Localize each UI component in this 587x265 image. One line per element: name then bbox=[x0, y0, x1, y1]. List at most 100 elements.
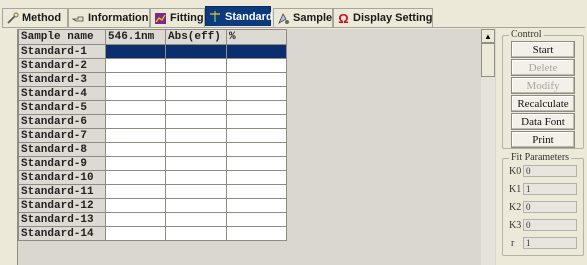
row-sample-name[interactable]: Standard-1 bbox=[18, 44, 106, 59]
param-k2-name: K2 bbox=[509, 201, 522, 213]
table-cell[interactable] bbox=[226, 44, 287, 59]
table-cell[interactable] bbox=[165, 170, 227, 185]
table-row[interactable]: Standard-14 bbox=[18, 226, 287, 241]
table-row[interactable]: Standard-3 bbox=[18, 72, 287, 87]
table-cell[interactable] bbox=[105, 184, 166, 199]
table-cell[interactable] bbox=[226, 86, 287, 101]
tab-information[interactable]: Information bbox=[68, 8, 150, 27]
row-sample-name[interactable]: Standard-7 bbox=[18, 128, 106, 143]
standard-grid[interactable]: Sample name 546.1nm Abs(eff) % Standard-… bbox=[17, 29, 496, 265]
table-cell[interactable] bbox=[165, 72, 227, 87]
table-cell[interactable] bbox=[105, 142, 166, 157]
table-cell[interactable] bbox=[165, 44, 227, 59]
tab-fitting-label: Fitting bbox=[170, 12, 204, 24]
control-group-label: Control bbox=[509, 29, 544, 40]
table-row[interactable]: Standard-1 bbox=[18, 44, 287, 59]
table-cell[interactable] bbox=[165, 58, 227, 73]
table-cell[interactable] bbox=[165, 100, 227, 115]
table-cell[interactable] bbox=[165, 184, 227, 199]
table-cell[interactable] bbox=[165, 226, 227, 241]
row-sample-name[interactable]: Standard-9 bbox=[18, 156, 106, 171]
print-button[interactable]: Print bbox=[511, 131, 575, 148]
table-cell[interactable] bbox=[105, 212, 166, 227]
table-cell[interactable] bbox=[226, 184, 287, 199]
table-cell[interactable] bbox=[105, 72, 166, 87]
table-cell[interactable] bbox=[226, 114, 287, 129]
row-sample-name[interactable]: Standard-12 bbox=[18, 198, 106, 213]
col-header-sample-name[interactable]: Sample name bbox=[18, 29, 106, 45]
table-row[interactable]: Standard-8 bbox=[18, 142, 287, 157]
tab-sample[interactable]: Sample bbox=[273, 8, 333, 27]
table-cell[interactable] bbox=[226, 170, 287, 185]
table-cell[interactable] bbox=[226, 100, 287, 115]
table-row[interactable]: Standard-4 bbox=[18, 86, 287, 101]
row-sample-name[interactable]: Standard-2 bbox=[18, 58, 106, 73]
row-sample-name[interactable]: Standard-10 bbox=[18, 170, 106, 185]
table-cell[interactable] bbox=[105, 114, 166, 129]
tab-fitting[interactable]: Fitting bbox=[150, 8, 205, 27]
table-cell[interactable] bbox=[105, 100, 166, 115]
table-cell[interactable] bbox=[226, 198, 287, 213]
table-cell[interactable] bbox=[105, 170, 166, 185]
table-cell[interactable] bbox=[105, 86, 166, 101]
row-sample-name[interactable]: Standard-13 bbox=[18, 212, 106, 227]
table-cell[interactable] bbox=[226, 72, 287, 87]
table-cell[interactable] bbox=[165, 128, 227, 143]
tab-standard-label: Standard bbox=[225, 10, 273, 23]
row-sample-name[interactable]: Standard-11 bbox=[18, 184, 106, 199]
scroll-thumb[interactable] bbox=[481, 43, 495, 77]
start-button[interactable]: Start bbox=[511, 41, 575, 58]
table-cell[interactable] bbox=[165, 198, 227, 213]
col-header-wavelength[interactable]: 546.1nm bbox=[105, 29, 166, 45]
standard-table[interactable]: Sample name 546.1nm Abs(eff) % Standard-… bbox=[18, 29, 287, 241]
table-cell[interactable] bbox=[105, 58, 166, 73]
param-k1-value: 1 bbox=[523, 183, 577, 195]
table-row[interactable]: Standard-9 bbox=[18, 156, 287, 171]
table-cell[interactable] bbox=[226, 58, 287, 73]
row-sample-name[interactable]: Standard-5 bbox=[18, 100, 106, 115]
tab-display-setting-label: Display Setting bbox=[353, 12, 433, 24]
row-sample-name[interactable]: Standard-14 bbox=[18, 226, 106, 241]
table-cell[interactable] bbox=[165, 114, 227, 129]
table-cell[interactable] bbox=[165, 142, 227, 157]
table-cell[interactable] bbox=[165, 86, 227, 101]
tab-standard[interactable]: Standard bbox=[205, 6, 273, 26]
tab-method-label: Method bbox=[22, 12, 62, 24]
table-cell[interactable] bbox=[105, 156, 166, 171]
table-row[interactable]: Standard-13 bbox=[18, 212, 287, 227]
tab-method[interactable]: Method bbox=[2, 8, 68, 27]
table-cell[interactable] bbox=[105, 44, 166, 59]
row-sample-name[interactable]: Standard-6 bbox=[18, 114, 106, 129]
table-row[interactable]: Standard-7 bbox=[18, 128, 287, 143]
col-header-percent[interactable]: % bbox=[226, 29, 287, 45]
row-sample-name[interactable]: Standard-4 bbox=[18, 86, 106, 101]
table-cell[interactable] bbox=[226, 128, 287, 143]
table-cell[interactable] bbox=[165, 156, 227, 171]
table-row[interactable]: Standard-10 bbox=[18, 170, 287, 185]
table-cell[interactable] bbox=[226, 142, 287, 157]
table-cell[interactable] bbox=[165, 212, 227, 227]
row-sample-name[interactable]: Standard-8 bbox=[18, 142, 106, 157]
param-k1: K1 1 bbox=[509, 182, 577, 196]
data-font-button[interactable]: Data Font bbox=[511, 113, 575, 130]
table-cell[interactable] bbox=[105, 128, 166, 143]
row-sample-name[interactable]: Standard-3 bbox=[18, 72, 106, 87]
table-cell[interactable] bbox=[226, 156, 287, 171]
table-cell[interactable] bbox=[226, 212, 287, 227]
col-header-abs-eff[interactable]: Abs(eff) bbox=[165, 29, 227, 45]
tab-divider bbox=[2, 27, 585, 28]
table-row[interactable]: Standard-5 bbox=[18, 100, 287, 115]
vertical-scrollbar[interactable]: ▲ bbox=[481, 29, 495, 265]
table-cell[interactable] bbox=[105, 226, 166, 241]
table-row[interactable]: Standard-6 bbox=[18, 114, 287, 129]
table-cell[interactable] bbox=[226, 226, 287, 241]
tab-display-setting[interactable]: Ω Display Setting bbox=[333, 8, 433, 27]
delete-button[interactable]: Delete bbox=[511, 59, 575, 76]
recalculate-button[interactable]: Recalculate bbox=[511, 95, 575, 112]
table-row[interactable]: Standard-2 bbox=[18, 58, 287, 73]
table-row[interactable]: Standard-11 bbox=[18, 184, 287, 199]
modify-button[interactable]: Modify bbox=[511, 77, 575, 94]
table-row[interactable]: Standard-12 bbox=[18, 198, 287, 213]
table-cell[interactable] bbox=[105, 198, 166, 213]
scroll-up-arrow-icon[interactable]: ▲ bbox=[481, 29, 495, 43]
